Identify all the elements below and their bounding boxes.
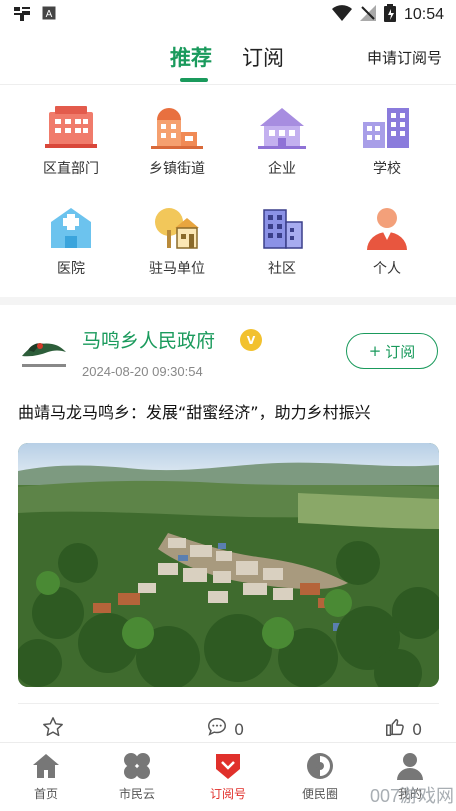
category-label: 个人 bbox=[373, 261, 401, 277]
verified-badge-icon: V bbox=[240, 329, 262, 351]
category-enterprises[interactable]: 企业 bbox=[227, 106, 337, 178]
nav-home[interactable]: 首页 bbox=[6, 751, 86, 802]
comment-count: 0 bbox=[234, 719, 245, 739]
plus-icon: + bbox=[368, 342, 382, 360]
enterprise-icon bbox=[227, 106, 337, 150]
category-schools[interactable]: 学校 bbox=[332, 106, 442, 178]
nav-label: 市民云 bbox=[118, 787, 155, 801]
like-count: 0 bbox=[412, 719, 423, 739]
top-tab-bar: 推荐 订阅 申请订阅号 bbox=[0, 30, 456, 85]
clock-time: 10:54 bbox=[403, 6, 444, 23]
star-icon bbox=[42, 716, 64, 742]
comment-button[interactable]: 0 bbox=[206, 716, 244, 742]
active-tab-indicator bbox=[180, 78, 208, 82]
apply-subscription-link[interactable]: 申请订阅号 bbox=[367, 47, 442, 68]
post-actions: 0 0 bbox=[0, 716, 456, 744]
section-divider bbox=[0, 297, 456, 305]
avatar[interactable] bbox=[18, 326, 70, 378]
wifi-icon bbox=[331, 5, 352, 25]
nav-label: 便民圈 bbox=[301, 787, 338, 801]
subscription-icon bbox=[188, 751, 268, 781]
home-icon bbox=[6, 751, 86, 781]
category-stationed-units[interactable]: 驻马单位 bbox=[122, 206, 232, 278]
status-bar: A 10:54 bbox=[0, 0, 456, 30]
tab-recommend[interactable]: 推荐 bbox=[170, 42, 212, 72]
post-title[interactable]: 曲靖马龙马鸣乡：发展“甜蜜经济”，助力乡村振兴 bbox=[18, 399, 442, 423]
category-hospitals[interactable]: 医院 bbox=[16, 206, 126, 278]
unit-icon bbox=[122, 206, 232, 250]
profile-icon bbox=[370, 751, 450, 781]
app-notification-icon bbox=[12, 4, 32, 26]
subscribe-button[interactable]: + 订阅 bbox=[346, 333, 438, 369]
category-community[interactable]: 社区 bbox=[227, 206, 337, 278]
post-author-name[interactable]: 马鸣乡人民政府 bbox=[82, 326, 215, 353]
like-button[interactable]: 0 bbox=[384, 716, 422, 742]
no-signal-icon bbox=[359, 5, 376, 25]
nav-citizen-cloud[interactable]: 市民云 bbox=[97, 751, 177, 802]
person-icon bbox=[332, 206, 442, 250]
school-icon bbox=[332, 106, 442, 150]
watermark: 007游戏网 bbox=[369, 786, 454, 806]
a-badge-icon: A bbox=[42, 6, 56, 24]
category-label: 乡镇街道 bbox=[149, 161, 205, 177]
post-timestamp: 2024-08-20 09:30:54 bbox=[82, 364, 203, 379]
subscribe-label: 订阅 bbox=[385, 342, 416, 361]
svg-text:A: A bbox=[46, 9, 53, 20]
tab-subscribe[interactable]: 订阅 bbox=[242, 42, 284, 72]
category-grid: 区直部门 乡镇街道 企业 学校 医院 驻马单位 社区 个人 bbox=[0, 96, 456, 292]
category-label: 企业 bbox=[268, 161, 296, 177]
category-label: 学校 bbox=[373, 161, 401, 177]
category-townships[interactable]: 乡镇街道 bbox=[122, 106, 232, 178]
nav-label: 订阅号 bbox=[209, 787, 246, 801]
community-icon bbox=[227, 206, 337, 250]
category-label: 医院 bbox=[57, 261, 85, 277]
post-header: 马鸣乡人民政府 V 2024-08-20 09:30:54 + 订阅 bbox=[18, 322, 438, 386]
category-individual[interactable]: 个人 bbox=[332, 206, 442, 278]
township-icon bbox=[122, 106, 232, 150]
category-label: 驻马单位 bbox=[149, 261, 205, 277]
office-building-icon bbox=[16, 106, 126, 150]
battery-icon bbox=[383, 4, 396, 26]
hospital-icon bbox=[16, 206, 126, 250]
post-image[interactable] bbox=[18, 443, 439, 687]
comment-icon bbox=[206, 716, 228, 742]
action-divider bbox=[18, 703, 439, 704]
category-district-departments[interactable]: 区直部门 bbox=[16, 106, 126, 178]
nav-label: 首页 bbox=[33, 787, 58, 801]
category-label: 社区 bbox=[268, 261, 296, 277]
clover-icon bbox=[97, 751, 177, 781]
nav-subscription[interactable]: 订阅号 bbox=[188, 751, 268, 802]
nav-convenience-circle[interactable]: 便民圈 bbox=[280, 751, 360, 802]
thumbs-up-icon bbox=[384, 716, 406, 742]
category-label: 区直部门 bbox=[43, 161, 99, 177]
circle-icon bbox=[280, 751, 360, 781]
favorite-button[interactable] bbox=[42, 716, 64, 742]
